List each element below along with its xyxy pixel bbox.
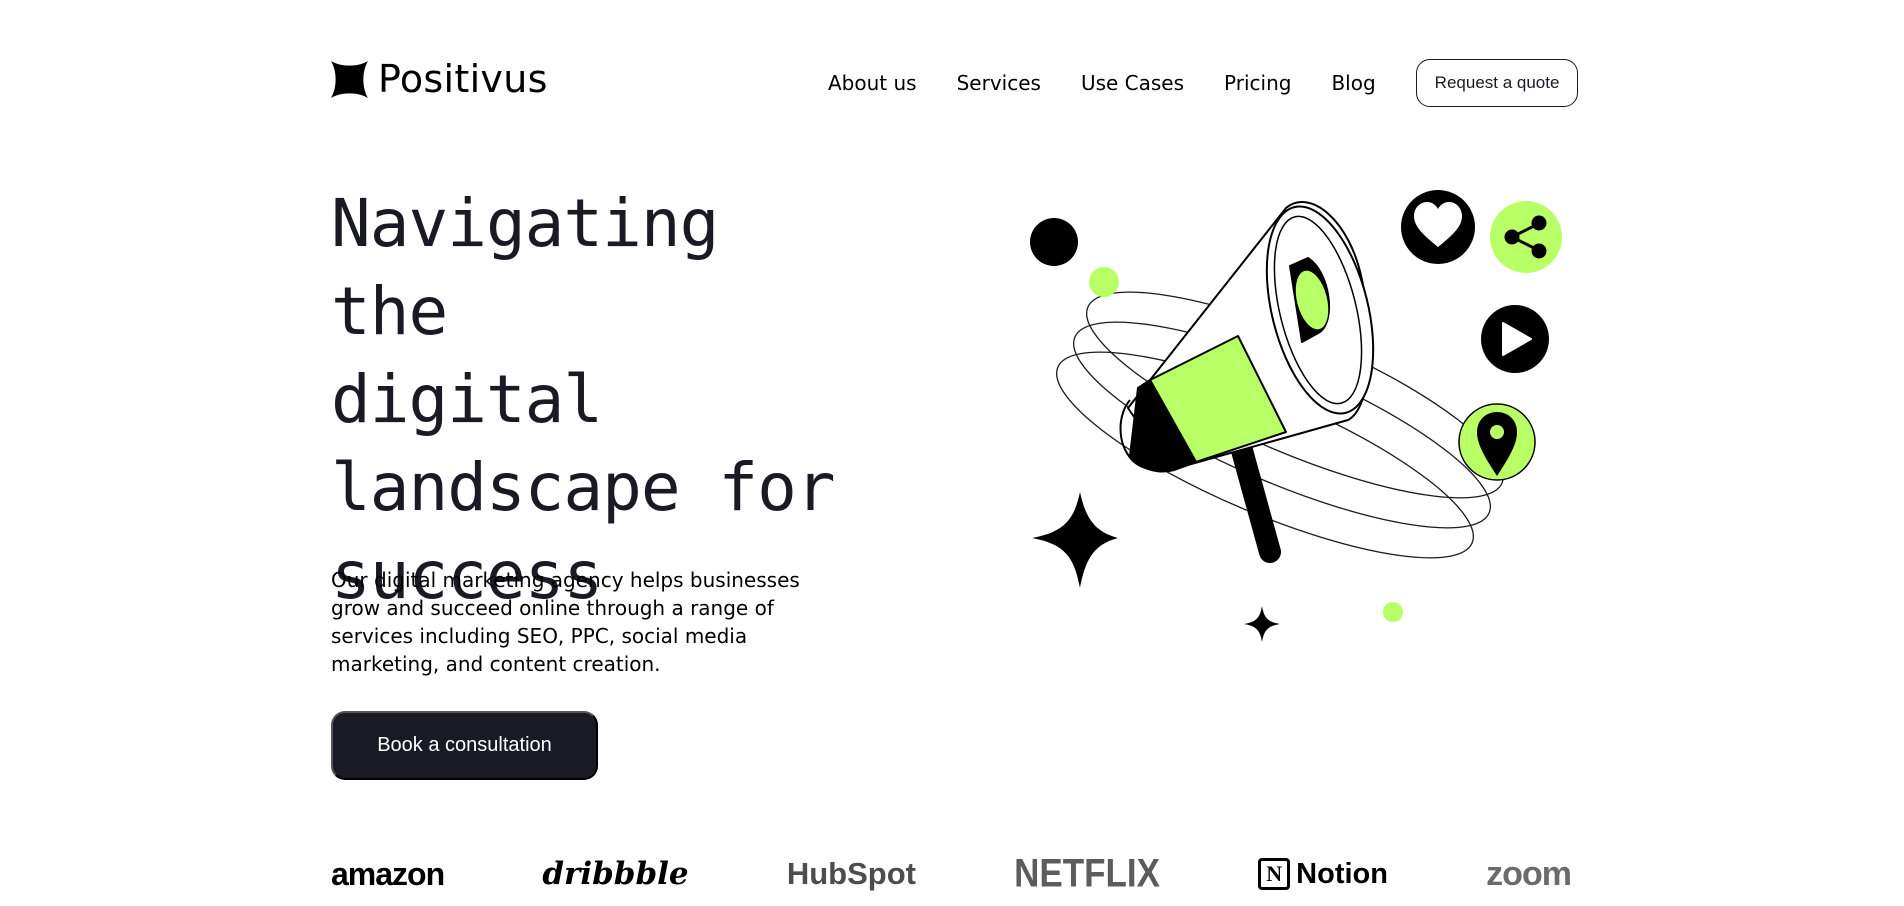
- logo-dribbble: dribbble: [542, 850, 688, 898]
- megaphone-icon: [1119, 201, 1375, 563]
- logo-hubspot-text: HubSpot: [786, 856, 916, 891]
- logo-dribbble-text: dribbble: [542, 856, 689, 892]
- client-logos: amazon dribbble HubSpot NETFLIX N Notion…: [331, 850, 1572, 898]
- hero-title: Navigating the digital landscape for suc…: [331, 180, 851, 620]
- nav-about-us[interactable]: About us: [828, 71, 917, 95]
- nav-services[interactable]: Services: [957, 71, 1041, 95]
- sparkle-star-icon: [1032, 492, 1118, 588]
- nav-use-cases[interactable]: Use Cases: [1081, 71, 1184, 95]
- brand-logo[interactable]: Positivus: [331, 60, 548, 98]
- logo-notion: N Notion: [1258, 850, 1388, 898]
- heart-bubble: [1401, 190, 1475, 264]
- logo-star-icon: [331, 60, 368, 98]
- logo-notion-text: Notion: [1296, 857, 1388, 890]
- logo-amazon-text: amazon: [331, 855, 445, 892]
- hero-title-line: Navigating the: [331, 185, 719, 350]
- nav-blog[interactable]: Blog: [1331, 71, 1375, 95]
- hero-illustration: [1030, 190, 1562, 642]
- hero-description: Our digital marketing agency helps busin…: [331, 568, 800, 676]
- nav-pricing[interactable]: Pricing: [1224, 71, 1291, 95]
- logo-amazon: amazon: [331, 850, 445, 898]
- green-dot: [1089, 267, 1119, 297]
- logo-zoom: zoom: [1486, 850, 1572, 898]
- logo-netflix-text: NETFLIX: [1014, 851, 1160, 896]
- brand-name: Positivus: [378, 57, 548, 101]
- play-bubble: [1481, 305, 1549, 373]
- hero-title-line: landscape for: [331, 449, 836, 526]
- logo-hubspot: HubSpot: [787, 850, 916, 898]
- black-dot: [1030, 218, 1078, 266]
- main-nav: About us Services Use Cases Pricing Blog…: [828, 59, 1579, 107]
- book-consultation-button[interactable]: Book a consultation: [331, 711, 598, 780]
- logo-zoom-text: zoom: [1486, 854, 1572, 893]
- hero-title-line: digital: [331, 361, 603, 438]
- request-quote-button[interactable]: Request a quote: [1415, 59, 1579, 107]
- sparkle-star-small-icon: [1244, 606, 1280, 642]
- logo-netflix: NETFLIX: [1014, 846, 1160, 901]
- notion-icon: N: [1258, 858, 1291, 890]
- green-dot-small: [1383, 602, 1403, 622]
- location-bubble: [1458, 403, 1536, 481]
- share-bubble: [1490, 201, 1562, 273]
